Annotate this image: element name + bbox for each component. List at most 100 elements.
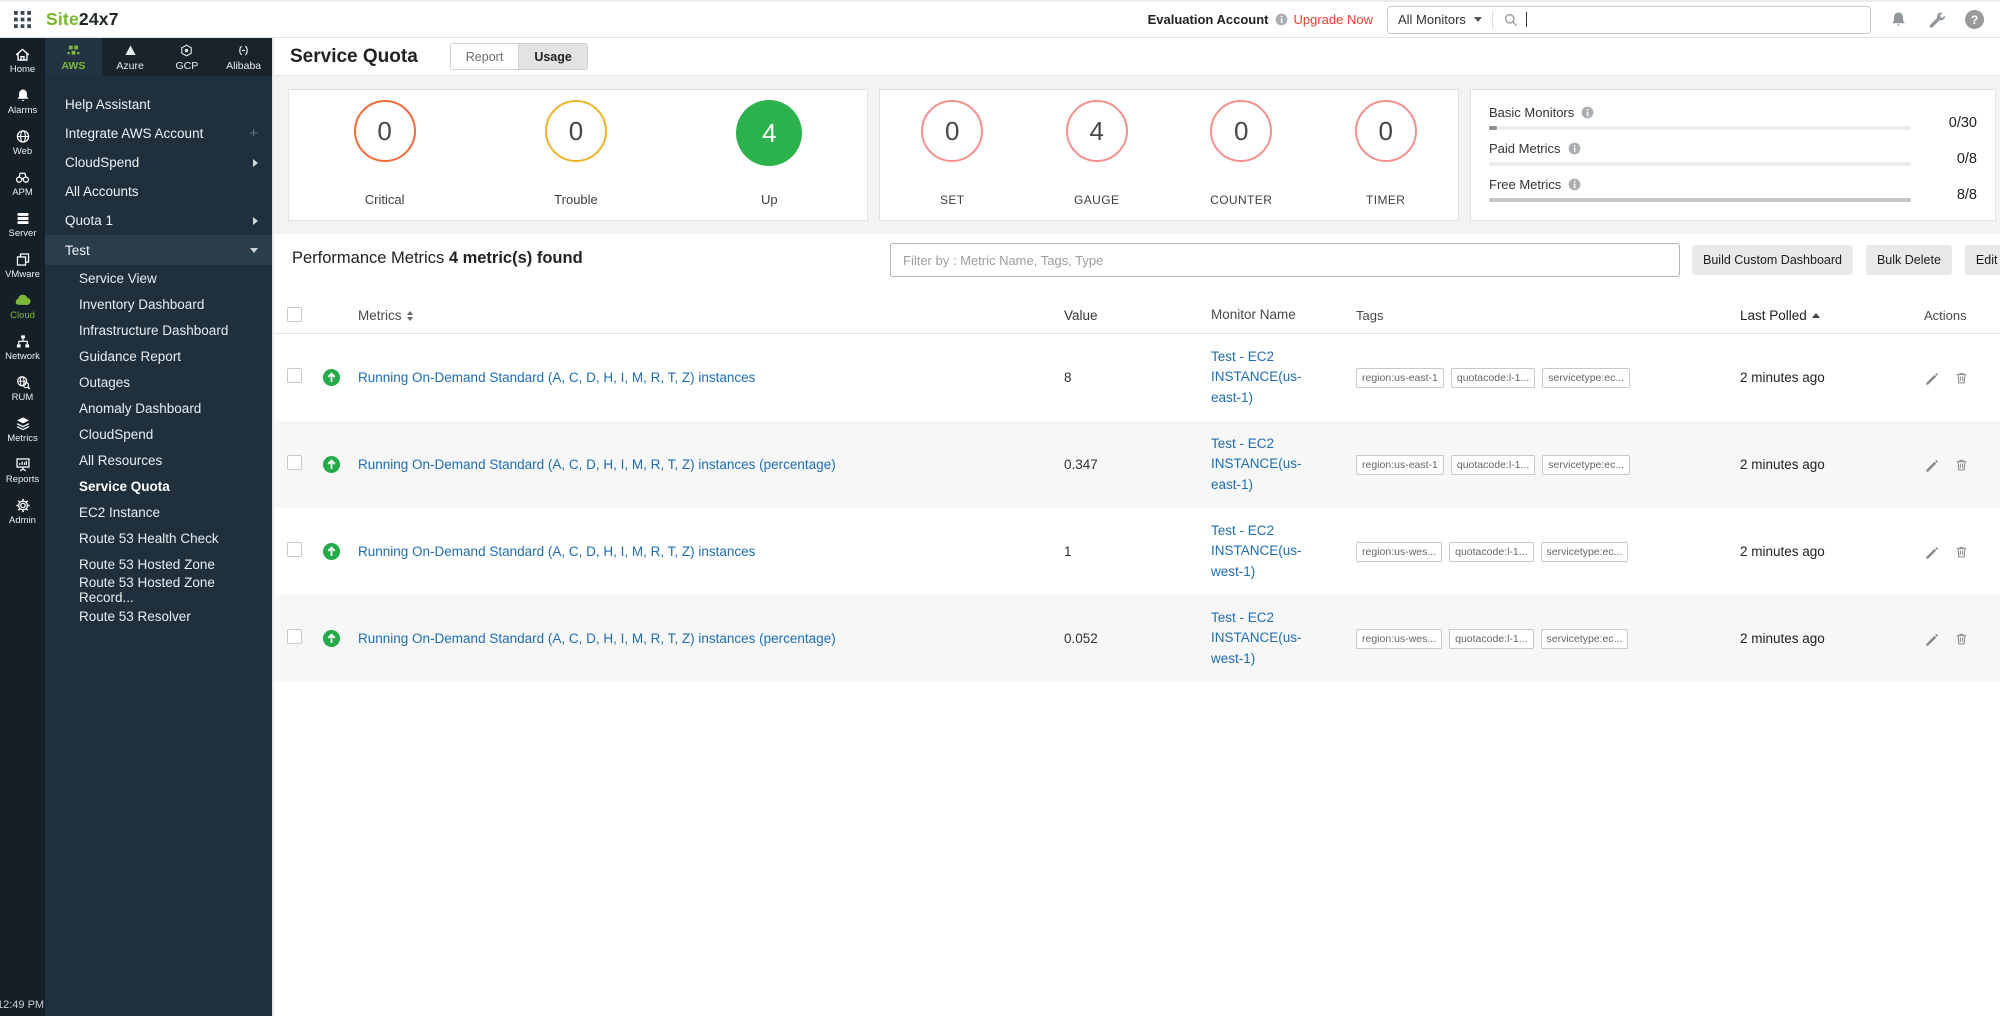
sidebar-item-help-assistant[interactable]: Help Assistant	[45, 90, 272, 119]
tag-chip[interactable]: servicetype:ec...	[1541, 542, 1629, 562]
edit-threshold-button[interactable]: Edit Thre	[1965, 245, 2000, 275]
sidebar-item-anomaly-dashboard[interactable]: Anomaly Dashboard	[45, 395, 272, 421]
monitor-link[interactable]: Test - EC2 INSTANCE(us-east-1)	[1211, 434, 1325, 495]
delete-trash-icon[interactable]	[1954, 544, 1969, 560]
row-checkbox[interactable]	[287, 368, 302, 383]
metric-link[interactable]: Running On-Demand Standard (A, C, D, H, …	[358, 544, 755, 559]
wrench-icon[interactable]	[1927, 10, 1946, 29]
monitor-filter-dropdown[interactable]: All Monitors	[1398, 12, 1482, 27]
search-input[interactable]	[1527, 11, 1860, 28]
tag-chip[interactable]: region:us-wes...	[1356, 542, 1442, 562]
timer-label: TIMER	[1366, 193, 1405, 207]
tag-chip[interactable]: region:us-east-1	[1356, 455, 1444, 475]
sidebar-item-inventory-dashboard[interactable]: Inventory Dashboard	[45, 291, 272, 317]
tag-chip[interactable]: servicetype:ec...	[1542, 455, 1630, 475]
sidebar-item-quota-1[interactable]: Quota 1	[45, 206, 272, 235]
tag-chip[interactable]: servicetype:ec...	[1542, 368, 1630, 388]
main-content: Service Quota Report Usage 0 Critical 0 …	[272, 38, 2000, 1016]
up-stat: 4 Up	[736, 90, 802, 220]
last-polled-column-header[interactable]: Last Polled	[1704, 308, 1884, 323]
row-checkbox[interactable]	[287, 629, 302, 644]
sidebar-item-cloudspend-child[interactable]: CloudSpend	[45, 421, 272, 447]
rail-item-apm[interactable]: APM	[0, 169, 45, 198]
tag-chip[interactable]: region:us-east-1	[1356, 368, 1444, 388]
delete-trash-icon[interactable]	[1954, 457, 1969, 473]
last-polled-value: 2 minutes ago	[1704, 457, 1884, 472]
sidebar-item-ec2-instance[interactable]: EC2 Instance	[45, 499, 272, 525]
paid-metrics-progress-track	[1489, 162, 1911, 166]
delete-trash-icon[interactable]	[1954, 370, 1969, 386]
sidebar-item-integrate-aws-account[interactable]: Integrate AWS Account +	[45, 119, 272, 148]
sidebar-item-guidance-report[interactable]: Guidance Report	[45, 343, 272, 369]
site24x7-logo[interactable]: Site24x7	[46, 9, 119, 30]
metric-value: 0.052	[1044, 631, 1179, 646]
tab-alibaba[interactable]: Alibaba	[215, 38, 272, 76]
sidebar-item-test[interactable]: Test	[45, 235, 272, 265]
alarm-bell-icon[interactable]	[1889, 10, 1908, 29]
tab-aws[interactable]: AWS	[45, 38, 102, 76]
rail-item-metrics[interactable]: Metrics	[0, 415, 45, 444]
tag-chip[interactable]: quotacode:l-1...	[1449, 629, 1533, 649]
rail-item-server[interactable]: Server	[0, 210, 45, 239]
rail-item-rum[interactable]: RUM	[0, 374, 45, 403]
monitor-link[interactable]: Test - EC2 INSTANCE(us-west-1)	[1211, 521, 1325, 582]
tag-chip[interactable]: quotacode:l-1...	[1449, 542, 1533, 562]
info-icon[interactable]	[1568, 178, 1581, 191]
rail-item-admin[interactable]: Admin	[0, 497, 45, 526]
edit-pencil-icon[interactable]	[1924, 544, 1939, 559]
help-icon[interactable]: ?	[1965, 10, 1984, 29]
rail-item-network[interactable]: Network	[0, 333, 45, 362]
upgrade-now-link[interactable]: Upgrade Now	[1294, 12, 1374, 27]
edit-pencil-icon[interactable]	[1924, 457, 1939, 472]
tag-chip[interactable]: quotacode:l-1...	[1451, 368, 1535, 388]
tag-chip[interactable]: region:us-wes...	[1356, 629, 1442, 649]
select-all-checkbox[interactable]	[287, 307, 302, 322]
monitor-link[interactable]: Test - EC2 INSTANCE(us-west-1)	[1211, 608, 1325, 669]
metric-link[interactable]: Running On-Demand Standard (A, C, D, H, …	[358, 370, 755, 385]
toggle-report-button[interactable]: Report	[451, 44, 519, 69]
sidebar-item-route53-hosted-zone-record[interactable]: Route 53 Hosted Zone Record...	[45, 577, 272, 603]
rail-item-vmware[interactable]: VMware	[0, 251, 45, 280]
metrics-column-header[interactable]: Metrics	[358, 308, 1044, 323]
toggle-usage-button[interactable]: Usage	[518, 44, 587, 69]
apps-grid-icon[interactable]	[12, 10, 32, 30]
rail-item-cloud[interactable]: Cloud	[0, 292, 45, 321]
sidebar-item-service-view[interactable]: Service View	[45, 265, 272, 291]
rail-item-alarms[interactable]: Alarms	[0, 87, 45, 116]
sidebar-item-cloudspend[interactable]: CloudSpend	[45, 148, 272, 177]
sort-icon	[407, 311, 413, 321]
row-checkbox[interactable]	[287, 455, 302, 470]
rail-item-web[interactable]: Web	[0, 128, 45, 157]
tab-azure[interactable]: Azure	[102, 38, 159, 76]
sidebar-item-route53-resolver[interactable]: Route 53 Resolver	[45, 603, 272, 629]
row-checkbox[interactable]	[287, 542, 302, 557]
monitor-link[interactable]: Test - EC2 INSTANCE(us-east-1)	[1211, 347, 1325, 408]
metric-filter-input[interactable]	[890, 243, 1680, 277]
tag-chip[interactable]: servicetype:ec...	[1541, 629, 1629, 649]
critical-count-circle: 0	[354, 100, 416, 162]
tab-gcp[interactable]: GCP	[159, 38, 216, 76]
left-icon-rail: Home Alarms Web APM Server VMware Cloud …	[0, 38, 45, 1016]
build-custom-dashboard-button[interactable]: Build Custom Dashboard	[1692, 245, 1853, 275]
info-icon[interactable]	[1568, 142, 1581, 155]
sidebar-item-outages[interactable]: Outages	[45, 369, 272, 395]
sidebar-item-service-quota[interactable]: Service Quota	[45, 473, 272, 499]
basic-monitors-value: 0/30	[1925, 116, 1977, 130]
sidebar-item-all-resources[interactable]: All Resources	[45, 447, 272, 473]
sidebar-item-route53-health-check[interactable]: Route 53 Health Check	[45, 525, 272, 551]
rail-item-home[interactable]: Home	[0, 46, 45, 75]
sidebar-item-infrastructure-dashboard[interactable]: Infrastructure Dashboard	[45, 317, 272, 343]
metric-link[interactable]: Running On-Demand Standard (A, C, D, H, …	[358, 457, 836, 472]
sidebar-item-route53-hosted-zone[interactable]: Route 53 Hosted Zone	[45, 551, 272, 577]
edit-pencil-icon[interactable]	[1924, 631, 1939, 646]
tag-chip[interactable]: quotacode:l-1...	[1451, 455, 1535, 475]
delete-trash-icon[interactable]	[1954, 631, 1969, 647]
edit-pencil-icon[interactable]	[1924, 370, 1939, 385]
sidebar-item-all-accounts[interactable]: All Accounts	[45, 177, 272, 206]
bulk-delete-button[interactable]: Bulk Delete	[1866, 245, 1952, 275]
set-label: SET	[940, 193, 965, 207]
evaluation-info-icon[interactable]	[1275, 13, 1288, 26]
metric-link[interactable]: Running On-Demand Standard (A, C, D, H, …	[358, 631, 836, 646]
info-icon[interactable]	[1581, 106, 1594, 119]
rail-item-reports[interactable]: Reports	[0, 456, 45, 485]
